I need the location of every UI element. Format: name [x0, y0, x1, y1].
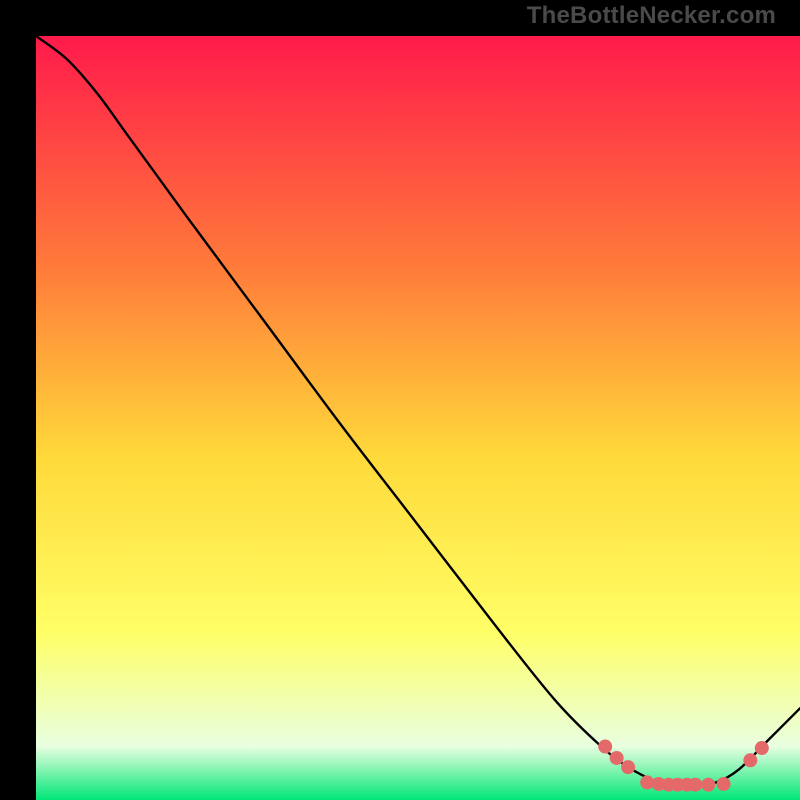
data-marker: [688, 778, 702, 792]
data-marker: [598, 740, 612, 754]
data-marker: [610, 751, 624, 765]
gradient-background: [36, 36, 800, 800]
data-marker: [717, 777, 731, 791]
data-marker: [621, 760, 635, 774]
data-marker: [755, 741, 769, 755]
bottleneck-chart: [36, 36, 800, 800]
watermark-text: TheBottleNecker.com: [527, 2, 776, 30]
data-marker: [701, 778, 715, 792]
chart-frame: [18, 18, 782, 782]
data-marker: [743, 753, 757, 767]
